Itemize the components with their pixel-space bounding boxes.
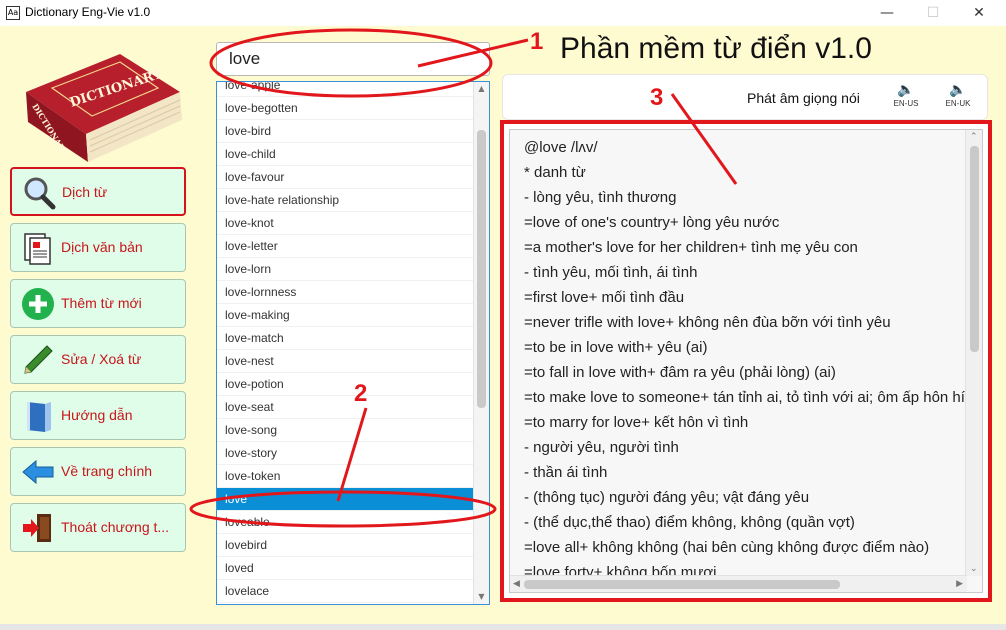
list-item[interactable]: love-letter: [217, 235, 474, 258]
document-icon: [24, 233, 51, 265]
window-title: Dictionary Eng-Vie v1.0: [25, 5, 151, 19]
definition-line: - người yêu, người tình: [524, 439, 679, 456]
speak-us-label: EN-US: [893, 99, 919, 108]
search-input[interactable]: love: [216, 42, 490, 76]
annotation-number: 3: [650, 84, 664, 111]
scroll-up-icon[interactable]: ⌃: [970, 132, 978, 142]
annotation-number: 2: [354, 380, 368, 407]
scroll-down-icon[interactable]: ⌄: [970, 564, 978, 574]
nav-translate-word-button[interactable]: Dịch từ: [10, 167, 186, 216]
definition-line: @love /lʌv/: [524, 139, 598, 156]
definition-line: =never trifle with love+ không nên đùa b…: [524, 314, 891, 331]
nav-add-word-button[interactable]: Thêm từ mới: [10, 279, 186, 328]
definition-line: =to make love to someone+ tán tỉnh ai, t…: [524, 389, 966, 406]
scroll-left-icon[interactable]: ◀: [513, 579, 520, 589]
nav-exit-button[interactable]: Thoát chương t...: [10, 503, 186, 552]
list-item[interactable]: love-story: [217, 442, 474, 465]
main-window: DICTIONARY DICTIONARY Dịch từ Dịch văn b…: [0, 26, 1006, 630]
nav-edit-delete-button[interactable]: Sửa / Xoá từ: [10, 335, 186, 384]
list-item[interactable]: love-favour: [217, 166, 474, 189]
nav-label: Hướng dẫn: [61, 407, 133, 423]
title-bar: Aa Dictionary Eng-Vie v1.0 — ☐ ✕: [0, 0, 1006, 26]
speak-us-button[interactable]: 🔈 EN-US: [886, 81, 926, 117]
scroll-right-icon[interactable]: ▶: [956, 579, 963, 589]
word-list[interactable]: love-apple love-begotten love-bird love-…: [216, 81, 490, 605]
list-item[interactable]: love-match: [217, 327, 474, 350]
annotation-number: 1: [530, 28, 544, 55]
definition-line: =first love+ mối tình đầu: [524, 289, 685, 306]
list-item[interactable]: love-token: [217, 465, 474, 488]
list-item[interactable]: loved: [217, 557, 474, 580]
list-item[interactable]: love-potion: [217, 373, 474, 396]
list-item[interactable]: love-hate relationship: [217, 189, 474, 212]
definition-line: =love of one's country+ lòng yêu nước: [524, 214, 780, 231]
list-item[interactable]: love-lorn: [217, 258, 474, 281]
bottom-edge: [0, 624, 1006, 630]
list-item[interactable]: love-child: [217, 143, 474, 166]
definition-line: - lòng yêu, tình thương: [524, 189, 677, 206]
definition-line: =to be in love with+ yêu (ai): [524, 339, 708, 356]
definition-vertical-scrollbar[interactable]: ⌃ ⌄: [965, 130, 982, 576]
definition-line: * danh từ: [524, 164, 586, 181]
list-item-selected[interactable]: love: [217, 488, 474, 511]
list-item[interactable]: love-seat: [217, 396, 474, 419]
definition-text-area[interactable]: @love /lʌv/ * danh từ - lòng yêu, tình thư…: [509, 129, 983, 593]
list-item[interactable]: loveable: [217, 511, 474, 534]
word-list-scrollbar[interactable]: ▲ ▼: [473, 82, 489, 604]
list-item[interactable]: love-knot: [217, 212, 474, 235]
app-icon: Aa: [6, 6, 20, 20]
nav-label: Dịch văn bản: [61, 239, 143, 255]
list-item[interactable]: love-lornness: [217, 281, 474, 304]
nav-label: Thoát chương t...: [61, 519, 170, 535]
exit-door-icon: [23, 514, 51, 542]
minimize-button[interactable]: —: [864, 0, 910, 26]
scroll-thumb[interactable]: [477, 130, 486, 408]
speaker-icon: 🔈: [949, 82, 967, 98]
book-icon: [27, 402, 51, 432]
list-item[interactable]: love-apple: [217, 82, 474, 97]
arrow-left-icon: [22, 459, 54, 485]
nav-help-button[interactable]: Hướng dẫn: [10, 391, 186, 440]
definition-line: - (thông tục) người đáng yêu; vật đáng y…: [524, 489, 810, 506]
magnifier-icon: [24, 177, 56, 210]
nav-translate-text-button[interactable]: Dịch văn bản: [10, 223, 186, 272]
nav-label: Thêm từ mới: [61, 295, 142, 311]
definition-line: =to fall in love with+ đâm ra yêu (phải …: [524, 364, 836, 381]
definition-horizontal-scrollbar[interactable]: ◀ ▶: [510, 575, 967, 592]
list-item[interactable]: lovelace: [217, 580, 474, 603]
nav-label: Về trang chính: [61, 463, 153, 479]
list-item[interactable]: love-song: [217, 419, 474, 442]
scroll-up-icon[interactable]: ▲: [474, 82, 489, 96]
speak-uk-label: EN-UK: [945, 99, 971, 108]
list-item[interactable]: love-begotten: [217, 97, 474, 120]
pronunciation-label: Phát âm giọng nói: [747, 90, 860, 106]
list-item[interactable]: love-nest: [217, 350, 474, 373]
definition-line: =love all+ không không (hai bên cùng khô…: [524, 539, 930, 556]
list-item[interactable]: love-bird: [217, 120, 474, 143]
definition-line: =to marry for love+ kết hôn vì tình: [524, 414, 749, 431]
nav-label: Sửa / Xoá từ: [61, 351, 142, 367]
speak-uk-button[interactable]: 🔈 EN-UK: [938, 81, 978, 117]
definition-line: - (thể dục,thể thao) điểm không, không (…: [524, 514, 855, 531]
definition-line: - tình yêu, mối tình, ái tình: [524, 264, 698, 281]
scroll-thumb[interactable]: [970, 146, 979, 352]
definition-line: =a mother's love for her children+ tình …: [524, 239, 858, 256]
definition-line: - thần ái tình: [524, 464, 608, 481]
pen-icon: [24, 345, 53, 374]
dictionary-logo: DICTIONARY DICTIONARY: [26, 54, 182, 162]
maximize-button[interactable]: ☐: [910, 0, 956, 26]
nav-home-button[interactable]: Về trang chính: [10, 447, 186, 496]
speaker-icon: 🔈: [897, 82, 915, 98]
definition-lines: @love /lʌv/ * danh từ - lòng yêu, tình thư…: [524, 135, 966, 585]
plus-icon: [22, 288, 54, 320]
definition-panel: @love /lʌv/ * danh từ - lòng yêu, tình thư…: [500, 120, 992, 602]
scroll-thumb[interactable]: [524, 580, 840, 589]
scroll-down-icon[interactable]: ▼: [474, 590, 489, 604]
list-item[interactable]: lovebird: [217, 534, 474, 557]
nav-label: Dịch từ: [62, 184, 108, 200]
page-title: Phần mềm từ điển v1.0: [560, 32, 872, 65]
pronunciation-toolbar: Phát âm giọng nói 🔈 EN-US 🔈 EN-UK: [502, 74, 988, 120]
list-item[interactable]: love-making: [217, 304, 474, 327]
close-button[interactable]: ✕: [956, 0, 1002, 26]
